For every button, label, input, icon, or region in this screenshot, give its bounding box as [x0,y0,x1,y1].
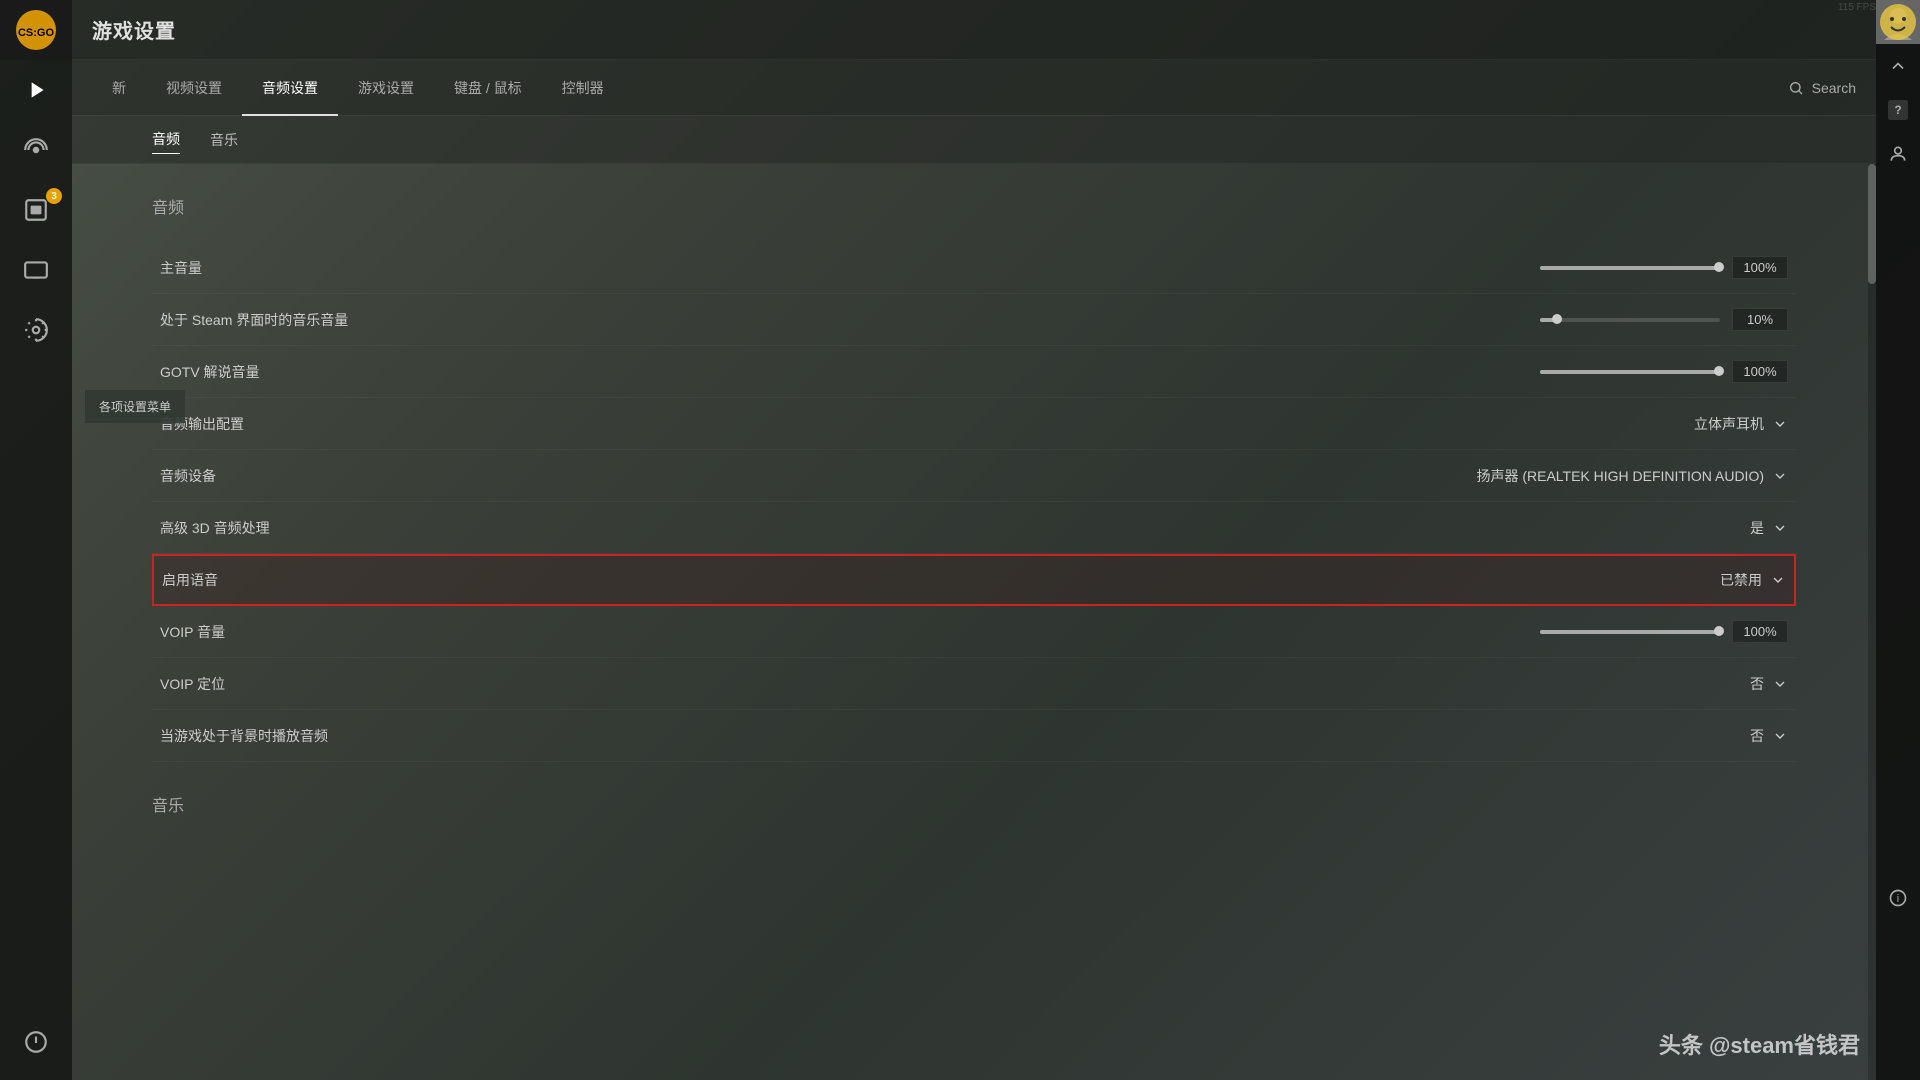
row-gotv-volume: GOTV 解说音量 100% [152,346,1796,398]
right-panel: ? i [1876,0,1920,1080]
audio-output-text: 立体声耳机 [1694,414,1764,434]
settings-icon[interactable] [0,300,72,360]
tab-keyboard[interactable]: 键盘 / 鼠标 [434,60,542,116]
slider-gotv-volume[interactable] [1540,370,1720,374]
sub-tabs: 音频 音乐 [72,116,1876,164]
row-audio-device: 音频设备 扬声器 (REALTEK HIGH DEFINITION AUDIO) [152,450,1796,502]
audio-3d-text: 是 [1750,518,1764,538]
value-audio-device[interactable]: 扬声器 (REALTEK HIGH DEFINITION AUDIO) [1476,466,1788,486]
sidebar: CS:GO 3 [0,0,72,1080]
row-audio-3d: 高级 3D 音频处理 是 [152,502,1796,554]
search-icon [1788,80,1804,96]
music-section-title: 音乐 [152,792,1796,816]
search-label: Search [1812,80,1856,96]
nav-bar: 新 视频设置 音频设置 游戏设置 键盘 / 鼠标 控制器 Search [72,60,1876,116]
label-gotv-volume: GOTV 解说音量 [160,362,1540,382]
row-voip-volume: VOIP 音量 100% [152,606,1796,658]
sub-tab-audio[interactable]: 音频 [152,125,180,154]
scrollbar-thumb[interactable] [1868,164,1876,284]
tab-new[interactable]: 新 [92,60,146,116]
value-steam-music: 10% [1540,308,1788,331]
tab-controller[interactable]: 控制器 [542,60,624,116]
search-button[interactable]: Search [1788,80,1856,96]
tab-game[interactable]: 游戏设置 [338,60,434,116]
sub-tab-music[interactable]: 音乐 [210,126,238,154]
value-audio-output[interactable]: 立体声耳机 [1694,414,1788,434]
row-enable-voice: 启用语音 已禁用 [152,554,1796,606]
value-enable-voice[interactable]: 已禁用 [1720,570,1786,590]
value-box-gotv: 100% [1732,360,1788,383]
main-content: 游戏设置 新 视频设置 音频设置 游戏设置 键盘 / 鼠标 控制器 Search… [72,0,1876,1080]
scrollbar[interactable] [1868,164,1876,1080]
svg-text:i: i [1897,893,1899,905]
value-box-master: 100% [1732,256,1788,279]
help-icon[interactable]: ? [1876,88,1920,132]
music-section: 音乐 [152,792,1796,816]
voip-position-text: 否 [1750,674,1764,694]
enable-voice-text: 已禁用 [1720,570,1762,590]
title-bar: 游戏设置 [72,0,1876,60]
broadcast-icon[interactable] [0,120,72,180]
svg-text:?: ? [1894,104,1901,117]
info-icon[interactable]: i [1876,876,1920,920]
label-audio-device: 音频设备 [160,466,1476,486]
audio-section-title: 音频 [152,194,1796,218]
value-box-voip: 100% [1732,620,1788,643]
value-box-steam: 10% [1732,308,1788,331]
slider-fill-voip [1540,630,1720,634]
row-audio-output: 音频输出配置 立体声耳机 [152,398,1796,450]
row-steam-music: 处于 Steam 界面时的音乐音量 10% [152,294,1796,346]
chevron-down-icon [1772,416,1788,432]
row-master-volume: 主音量 100% [152,242,1796,294]
value-gotv-volume: 100% [1540,360,1788,383]
power-icon[interactable] [23,1029,49,1060]
value-master-volume: 100% [1540,256,1788,279]
slider-voip-volume[interactable] [1540,630,1720,634]
chevron-down-icon-bg [1772,728,1788,744]
content-area: 音频 主音量 100% 处于 Steam 界面时的音乐音量 10% GOT [72,164,1876,1080]
slider-fill-master [1540,266,1720,270]
value-background-audio[interactable]: 否 [1750,726,1788,746]
play-button[interactable] [0,60,72,120]
profile-icon[interactable] [1876,132,1920,176]
label-master-volume: 主音量 [160,258,1540,278]
csgo-logo: CS:GO [0,0,72,60]
slider-fill-gotv [1540,370,1720,374]
audio-device-text: 扬声器 (REALTEK HIGH DEFINITION AUDIO) [1476,466,1764,486]
value-voip-volume: 100% [1540,620,1788,643]
notification-badge: 3 [46,188,62,204]
user-avatar[interactable] [1876,0,1920,44]
row-background-audio: 当游戏处于背景时播放音频 否 [152,710,1796,762]
logo-icon: CS:GO [14,8,58,52]
slider-master-volume[interactable] [1540,266,1720,270]
label-enable-voice: 启用语音 [162,570,1720,590]
value-audio-3d[interactable]: 是 [1750,518,1788,538]
value-voip-position[interactable]: 否 [1750,674,1788,694]
chevron-down-icon-voice [1770,572,1786,588]
arrow-up-icon[interactable] [1876,44,1920,88]
label-voip-volume: VOIP 音量 [160,622,1540,642]
settings-menu-button[interactable]: 各项设置菜单 [85,390,185,423]
chevron-down-icon-voip-pos [1772,676,1788,692]
background-audio-text: 否 [1750,726,1764,746]
svg-text:CS:GO: CS:GO [18,27,55,39]
tab-video[interactable]: 视频设置 [146,60,242,116]
slider-fill-steam [1540,318,1558,322]
label-audio-3d: 高级 3D 音频处理 [160,518,1750,538]
row-voip-position: VOIP 定位 否 [152,658,1796,710]
label-steam-music: 处于 Steam 界面时的音乐音量 [160,310,1540,330]
label-background-audio: 当游戏处于背景时播放音频 [160,726,1750,746]
slider-steam-music[interactable] [1540,318,1720,322]
label-voip-position: VOIP 定位 [160,674,1750,694]
label-audio-output: 音频输出配置 [160,414,1694,434]
chevron-down-icon-device [1772,468,1788,484]
inventory-icon[interactable]: 3 [0,180,72,240]
page-title: 游戏设置 [92,15,176,44]
watch-icon[interactable] [0,240,72,300]
watermark: 头条 @steam省钱君 [1659,1028,1860,1060]
chevron-down-icon-3d [1772,520,1788,536]
tab-audio[interactable]: 音频设置 [242,60,338,116]
